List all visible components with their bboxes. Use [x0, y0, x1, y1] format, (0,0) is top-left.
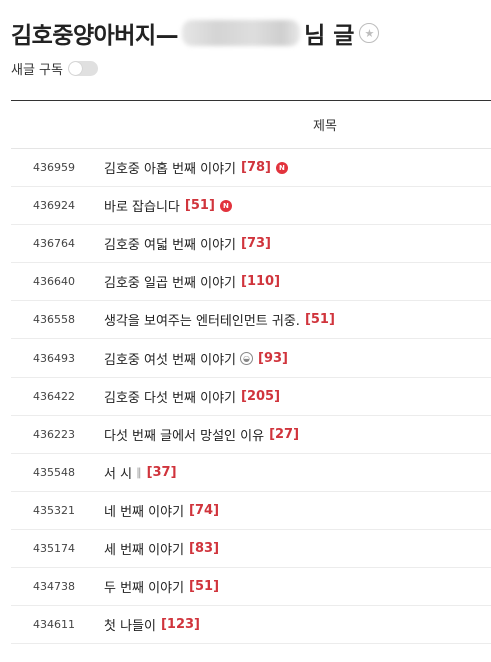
- title-prefix: 김호중양아버지—: [11, 23, 179, 49]
- comment-count[interactable]: [123]: [161, 617, 200, 632]
- page-title: 김호중양아버지— 님 글 ★: [11, 16, 491, 50]
- star-icon[interactable]: ★: [359, 23, 380, 43]
- comment-count[interactable]: [51]: [305, 312, 335, 327]
- subscribe-label: 새글 구독: [11, 63, 63, 78]
- comment-count[interactable]: [110]: [241, 274, 280, 289]
- post-subject[interactable]: 생각을 보여주는 엔터테인먼트 귀중. [51]: [104, 310, 335, 329]
- table-row[interactable]: 436959 김호중 아홉 번째 이야기 [78] N: [11, 149, 491, 188]
- post-subject[interactable]: 김호중 다섯 번째 이야기 [205]: [104, 387, 280, 406]
- new-badge-icon: N: [275, 161, 288, 174]
- table-row[interactable]: 434738 두 번째 이야기 [51]: [11, 568, 491, 607]
- post-number: 435548: [33, 465, 75, 479]
- post-title-link[interactable]: 세 번째 이야기: [104, 539, 184, 558]
- post-subject[interactable]: 김호중 아홉 번째 이야기 [78] N: [104, 158, 288, 177]
- table-row[interactable]: 436924 바로 잡습니다 [51] N: [11, 187, 491, 226]
- post-number: 435174: [33, 541, 75, 555]
- post-title-link[interactable]: 김호중 다섯 번째 이야기: [104, 387, 236, 406]
- comment-count[interactable]: [51]: [185, 198, 215, 213]
- table-row[interactable]: 436764 김호중 여덟 번째 이야기 [73]: [11, 225, 491, 264]
- toggle-knob: [68, 62, 82, 75]
- comment-count[interactable]: [73]: [241, 236, 271, 251]
- post-subject[interactable]: 김호중 일곱 번째 이야기 [110]: [104, 272, 280, 291]
- post-title-link[interactable]: 네 번째 이야기: [104, 501, 184, 520]
- post-number: 436764: [33, 237, 75, 251]
- post-title-link[interactable]: 두 번째 이야기: [104, 577, 184, 596]
- table-row[interactable]: 435548 서 시 ∥ [37]: [11, 454, 491, 492]
- post-number: 436558: [33, 313, 75, 327]
- post-number: 435321: [33, 503, 75, 517]
- comment-count[interactable]: [27]: [269, 427, 299, 442]
- table-row[interactable]: 434611 첫 나들이 [123]: [11, 606, 491, 645]
- image-icon: ◒: [240, 351, 253, 365]
- table-row[interactable]: 435321 네 번째 이야기 [74]: [11, 492, 491, 530]
- comment-count[interactable]: [93]: [258, 351, 288, 366]
- post-subject[interactable]: 두 번째 이야기 [51]: [104, 577, 219, 596]
- comment-count[interactable]: [51]: [189, 579, 219, 594]
- comment-count[interactable]: [74]: [189, 503, 219, 518]
- new-badge-icon: N: [219, 199, 232, 212]
- title-suffix: 님 글: [304, 23, 355, 49]
- post-number: 436223: [33, 427, 75, 441]
- post-title-link[interactable]: 김호중 일곱 번째 이야기: [104, 272, 236, 291]
- post-subject[interactable]: 김호중 여섯 번째 이야기 ◒ [93]: [104, 349, 288, 368]
- column-header: 제목: [11, 101, 491, 149]
- post-subject[interactable]: 세 번째 이야기 [83]: [104, 539, 219, 558]
- post-number: 436422: [33, 389, 75, 403]
- post-number: 436959: [33, 161, 75, 175]
- subscribe-control: 새글 구독: [11, 59, 98, 78]
- post-title-link[interactable]: 다섯 번째 글에서 망설인 이유: [104, 425, 264, 444]
- post-number: 434611: [33, 618, 75, 632]
- comment-count[interactable]: [205]: [241, 389, 280, 404]
- post-number: 436493: [33, 351, 75, 365]
- attachment-icon: ∥: [136, 465, 142, 479]
- post-title-link[interactable]: 서 시: [104, 463, 132, 482]
- column-title: 제목: [313, 119, 337, 134]
- post-title-link[interactable]: 바로 잡습니다: [104, 196, 180, 215]
- table-row[interactable]: 436640 김호중 일곱 번째 이야기 [110]: [11, 263, 491, 302]
- post-subject[interactable]: 네 번째 이야기 [74]: [104, 501, 219, 520]
- table-row[interactable]: 435174 세 번째 이야기 [83]: [11, 530, 491, 569]
- post-subject[interactable]: 서 시 ∥ [37]: [104, 463, 177, 482]
- blurred-username: [182, 20, 301, 46]
- comment-count[interactable]: [83]: [189, 541, 219, 556]
- post-title-link[interactable]: 김호중 여덟 번째 이야기: [104, 234, 236, 253]
- table-row[interactable]: 436558 생각을 보여주는 엔터테인먼트 귀중. [51]: [11, 301, 491, 340]
- post-title-link[interactable]: 첫 나들이: [104, 615, 156, 634]
- post-number: 434738: [33, 580, 75, 594]
- post-subject[interactable]: 바로 잡습니다 [51] N: [104, 196, 232, 215]
- page-header: 김호중양아버지— 님 글 ★: [11, 16, 491, 50]
- post-number: 436924: [33, 199, 75, 213]
- table-row[interactable]: 436223 다섯 번째 글에서 망설인 이유 [27]: [11, 416, 491, 454]
- post-title-link[interactable]: 김호중 아홉 번째 이야기: [104, 158, 236, 177]
- post-title-link[interactable]: 생각을 보여주는 엔터테인먼트 귀중.: [104, 310, 300, 329]
- post-subject[interactable]: 첫 나들이 [123]: [104, 615, 200, 634]
- post-subject[interactable]: 김호중 여덟 번째 이야기 [73]: [104, 234, 271, 253]
- post-title-link[interactable]: 김호중 여섯 번째 이야기: [104, 349, 236, 368]
- table-row[interactable]: 436493 김호중 여섯 번째 이야기 ◒ [93]: [11, 339, 491, 378]
- comment-count[interactable]: [37]: [147, 465, 177, 480]
- post-number: 436640: [33, 275, 75, 289]
- post-list: 436959 김호중 아홉 번째 이야기 [78] N 436924 바로 잡습니다 [51…: [11, 149, 491, 645]
- comment-count[interactable]: [78]: [241, 160, 271, 175]
- table-row[interactable]: 436422 김호중 다섯 번째 이야기 [205]: [11, 378, 491, 416]
- post-subject[interactable]: 다섯 번째 글에서 망설인 이유 [27]: [104, 425, 299, 444]
- subscribe-toggle[interactable]: [67, 61, 98, 76]
